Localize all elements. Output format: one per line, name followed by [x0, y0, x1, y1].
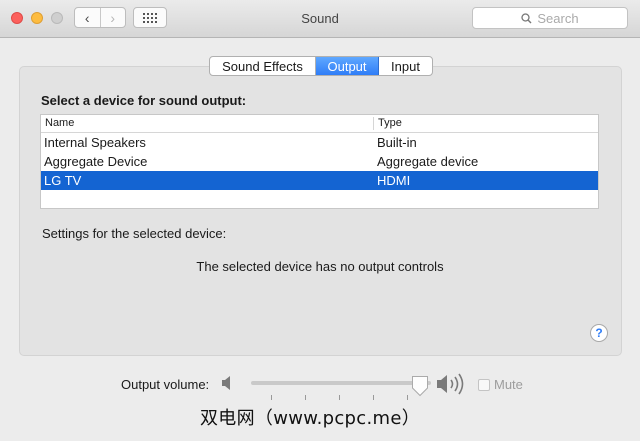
table-row[interactable]: Internal Speakers Built-in: [41, 133, 598, 152]
help-icon: ?: [595, 326, 603, 340]
column-header-name[interactable]: Name: [45, 117, 74, 129]
search-icon: [521, 12, 532, 23]
title-bar: ‹ › Sound Search: [0, 0, 640, 38]
mute-label: Mute: [494, 377, 523, 392]
device-name: Internal Speakers: [44, 135, 146, 150]
tab-bar: Sound Effects Output Input: [209, 56, 433, 76]
speaker-high-icon: [437, 373, 464, 395]
device-type: Built-in: [377, 135, 417, 150]
no-controls-message: The selected device has no output contro…: [196, 259, 444, 274]
table-row-selected[interactable]: LG TV HDMI: [41, 171, 598, 190]
tab-input[interactable]: Input: [379, 57, 432, 75]
search-placeholder: Search: [537, 10, 579, 26]
tab-sound-effects[interactable]: Sound Effects: [210, 57, 315, 75]
search-field[interactable]: Search: [472, 7, 628, 29]
volume-slider-knob[interactable]: [411, 375, 429, 397]
device-type: HDMI: [377, 173, 411, 188]
volume-slider[interactable]: [251, 381, 431, 385]
device-name: LG TV: [44, 173, 82, 188]
output-volume-label: Output volume:: [121, 377, 210, 392]
output-panel: [19, 66, 622, 356]
device-name: Aggregate Device: [44, 154, 148, 169]
settings-label: Settings for the selected device:: [42, 226, 227, 241]
device-list-heading: Select a device for sound output:: [41, 93, 247, 108]
device-type: Aggregate device: [377, 154, 479, 169]
table-header: Name Type: [41, 115, 598, 133]
watermark: 双电网（www.pcpc.me）: [200, 408, 421, 429]
device-table[interactable]: Name Type Internal Speakers Built-in Agg…: [40, 114, 599, 209]
column-header-type[interactable]: Type: [378, 117, 402, 129]
help-button[interactable]: ?: [590, 324, 608, 342]
table-row[interactable]: Aggregate Device Aggregate device: [41, 152, 598, 171]
tab-output[interactable]: Output: [315, 57, 379, 75]
speaker-low-icon: [222, 376, 230, 390]
mute-checkbox[interactable]: [478, 379, 490, 391]
